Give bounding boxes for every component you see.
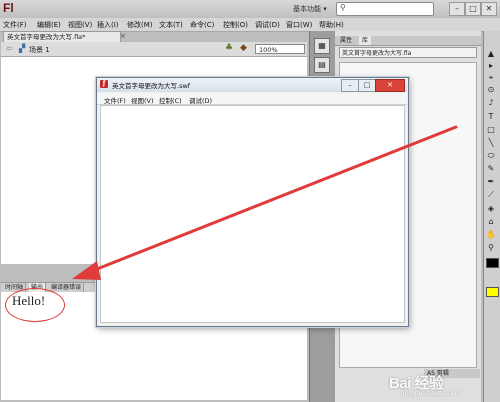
3d-rotation-tool-icon[interactable]: ⊙	[485, 84, 497, 95]
text-tool-icon[interactable]: T	[485, 111, 497, 122]
menu-control[interactable]: 控制(O)	[223, 20, 248, 30]
tab-properties[interactable]: 属性	[337, 36, 355, 45]
rectangle-tool-icon[interactable]: □	[485, 124, 497, 135]
edit-scene-icon[interactable]: ♣	[225, 43, 233, 53]
selection-tool-icon[interactable]: ▲	[485, 48, 497, 59]
hand-tool-icon[interactable]: ✋	[485, 229, 497, 240]
zoom-select[interactable]: 100%	[255, 44, 305, 54]
tab-compiler-errors[interactable]: 编译器错误	[49, 283, 85, 292]
watermark-url: jingyan.baidu.com	[401, 389, 461, 397]
menu-debug[interactable]: 调试(D)	[255, 20, 280, 30]
swf-content-area[interactable]	[100, 105, 405, 323]
back-arrow-icon[interactable]: ⇦	[6, 44, 13, 53]
line-tool-icon[interactable]: ╲	[485, 137, 497, 148]
flash-logo: Fl	[3, 1, 14, 15]
pen-tool-icon[interactable]: ✒	[485, 176, 497, 187]
close-tab-icon[interactable]: ×	[120, 32, 126, 40]
menu-window[interactable]: 窗口(W)	[286, 20, 312, 30]
menu-file[interactable]: 文件(F)	[3, 20, 27, 30]
eyedropper-tool-icon[interactable]: ⌂	[485, 216, 497, 227]
flash-player-icon: ƒ	[100, 80, 108, 88]
menu-help[interactable]: 帮助(H)	[319, 20, 344, 30]
highlight-circle	[5, 288, 65, 322]
free-transform-tool-icon[interactable]: ⌖	[485, 72, 497, 83]
workspace-switcher[interactable]: 基本功能 ▾	[293, 4, 327, 14]
oval-tool-icon[interactable]: ⬭	[485, 150, 497, 161]
swf-menu-debug[interactable]: 调试(D)	[189, 95, 212, 105]
chevron-down-icon: ▾	[323, 5, 327, 13]
menu-edit[interactable]: 编辑(E)	[37, 20, 61, 30]
edit-symbol-icon[interactable]: ◆	[240, 43, 247, 53]
minimize-button[interactable]: –	[449, 2, 465, 16]
menu-text[interactable]: 文本(T)	[159, 20, 183, 30]
pencil-tool-icon[interactable]: ✎	[485, 163, 497, 174]
right-panel-tabs: 属性 库	[335, 36, 481, 46]
zoom-value: 100%	[259, 46, 278, 54]
color-panel-icon[interactable]: ▦	[314, 38, 330, 54]
close-button[interactable]: ✕	[481, 2, 497, 16]
menu-view[interactable]: 视图(V)	[68, 20, 92, 30]
fill-color-swatch[interactable]	[486, 287, 499, 297]
zoom-tool-icon[interactable]: ⚲	[485, 242, 497, 253]
swf-maximize-button[interactable]: □	[358, 79, 376, 92]
menu-insert[interactable]: 插入(I)	[97, 20, 119, 30]
swf-close-button[interactable]: ✕	[375, 79, 405, 92]
library-document-select[interactable]: 英文首字母更改为大写.fla	[339, 47, 477, 58]
swf-window-title: 英文首字母更改为大写.swf	[112, 82, 191, 90]
swf-menu-file[interactable]: 文件(F)	[104, 95, 126, 105]
scene-icon: ▞	[19, 44, 26, 53]
lasso-tool-icon[interactable]: ♪	[485, 97, 497, 108]
menu-modify[interactable]: 修改(M)	[127, 20, 153, 30]
library-panel-icon[interactable]: ▤	[314, 57, 330, 73]
swf-menu-view[interactable]: 视图(V)	[131, 95, 154, 105]
paint-bucket-tool-icon[interactable]: ◈	[485, 203, 497, 214]
maximize-button[interactable]: □	[465, 2, 481, 16]
tab-library[interactable]: 库	[359, 36, 372, 45]
swf-minimize-button[interactable]: –	[341, 79, 359, 92]
swf-menu-control[interactable]: 控制(C)	[159, 95, 182, 105]
search-input[interactable]	[336, 2, 434, 16]
workspace-label: 基本功能	[293, 5, 321, 13]
stroke-color-swatch[interactable]	[486, 258, 499, 268]
menu-command[interactable]: 命令(C)	[190, 20, 214, 30]
menu-bar: 文件(F) 编辑(E) 视图(V) 插入(I) 修改(M) 文本(T) 命令(C…	[0, 18, 500, 32]
scene-label: 场景 1	[29, 46, 50, 54]
brush-tool-icon[interactable]: ⟋	[485, 189, 497, 200]
subselection-tool-icon[interactable]: ▸	[485, 60, 497, 71]
search-icon: ⚲	[340, 3, 346, 12]
